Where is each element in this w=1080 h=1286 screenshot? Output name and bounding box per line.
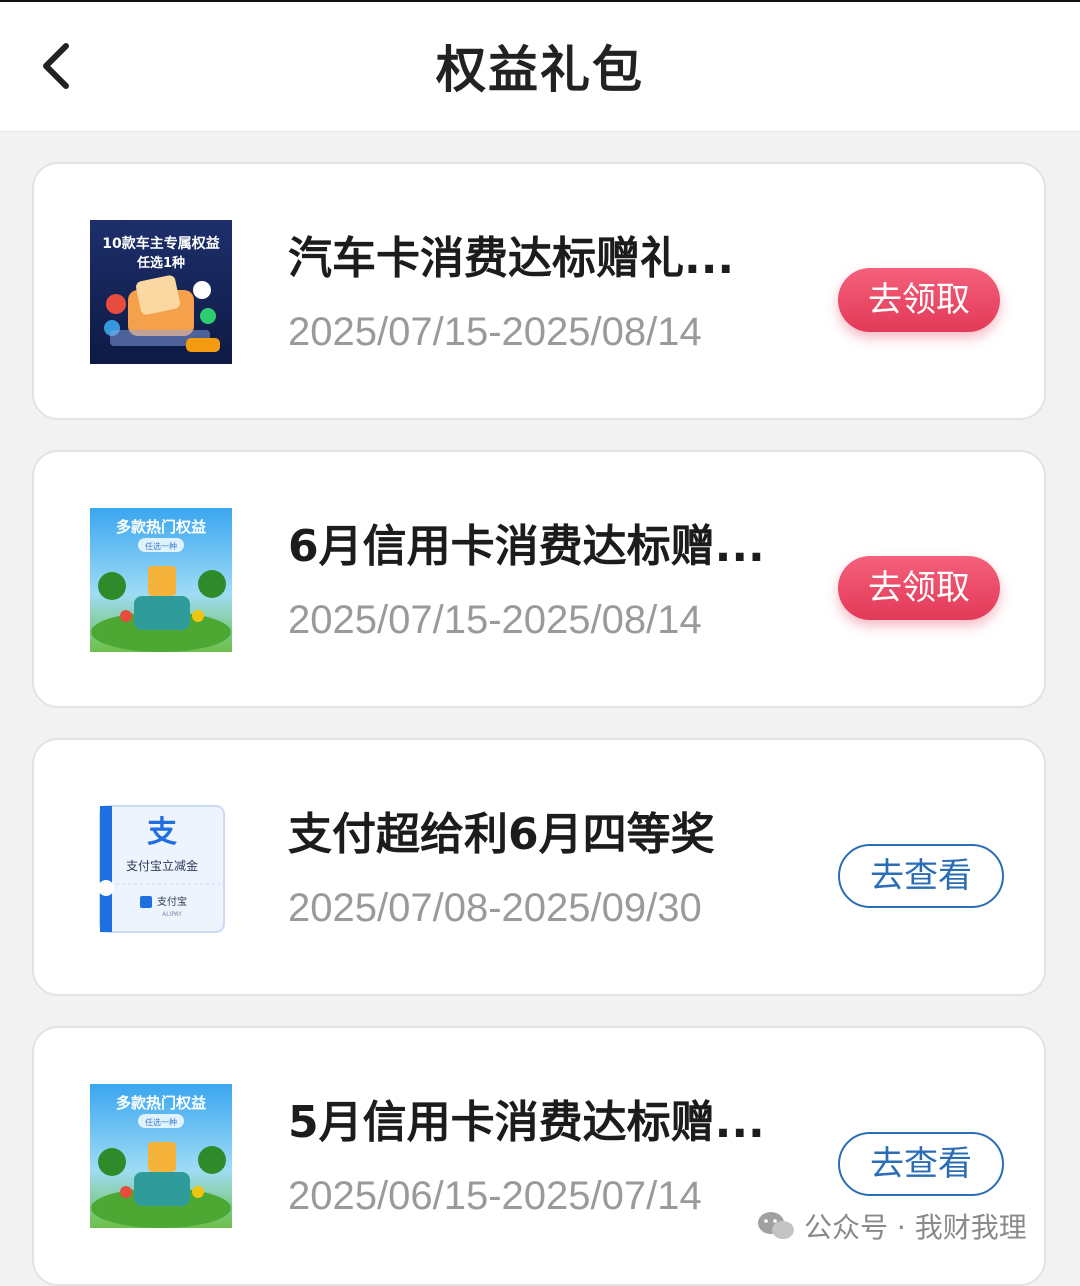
svg-text:支付宝: 支付宝: [157, 895, 187, 908]
benefit-thumbnail-hot: 多款热门权益 任选一种: [90, 508, 232, 652]
benefit-thumbnail-alipay: 支 支付宝立减金 支付宝 ALIPAY: [90, 796, 232, 940]
svg-text:ALIPAY: ALIPAY: [162, 911, 182, 918]
svg-text:多款热门权益: 多款热门权益: [116, 518, 206, 536]
svg-text:10款车主专属权益: 10款车主专属权益: [102, 235, 219, 252]
benefit-date-range: 2025/07/15-2025/08/14: [288, 310, 702, 354]
benefit-title: 5月信用卡消费达标赠...: [288, 1097, 765, 1148]
benefit-card[interactable]: 多款热门权益 任选一种 5月信用卡消费达标赠... 2025/06/15-202…: [32, 1026, 1046, 1286]
benefit-thumbnail-car: 10款车主专属权益 任选1种: [90, 220, 232, 364]
benefit-thumbnail-hot: 多款热门权益 任选一种: [90, 1084, 232, 1228]
watermark: 公众号 · 我财我理: [756, 1206, 1056, 1246]
view-button[interactable]: 去查看: [838, 844, 1004, 908]
page-title: 权益礼包: [436, 41, 644, 99]
benefit-title: 6月信用卡消费达标赠...: [288, 521, 765, 572]
benefit-card[interactable]: 支 支付宝立减金 支付宝 ALIPAY 支付超给利6月四等奖 2025/07/0…: [32, 738, 1046, 996]
benefit-card[interactable]: 多款热门权益 任选一种 6月信用卡消费达标赠... 2025/07/15-202…: [32, 450, 1046, 708]
claim-button[interactable]: 去领取: [838, 556, 1000, 620]
benefit-date-range: 2025/07/08-2025/09/30: [288, 886, 702, 930]
claim-button[interactable]: 去领取: [838, 268, 1000, 332]
wechat-icon: [758, 1212, 794, 1239]
watermark-text: 公众号 · 我财我理: [804, 1211, 1027, 1244]
svg-text:任选一种: 任选一种: [145, 541, 177, 551]
benefit-date-range: 2025/07/15-2025/08/14: [288, 598, 702, 642]
svg-text:多款热门权益: 多款热门权益: [116, 1094, 206, 1112]
benefit-date-range: 2025/06/15-2025/07/14: [288, 1174, 702, 1218]
view-button[interactable]: 去查看: [838, 1132, 1004, 1196]
svg-text:任选1种: 任选1种: [136, 255, 185, 271]
svg-text:任选一种: 任选一种: [145, 1117, 177, 1127]
benefit-title: 汽车卡消费达标赠礼...: [288, 233, 735, 284]
benefit-card[interactable]: 10款车主专属权益 任选1种 汽车卡消费达标赠礼... 2025/07/15-2…: [32, 162, 1046, 420]
svg-text:支: 支: [147, 815, 177, 850]
top-bar: 权益礼包: [0, 0, 1080, 132]
benefit-title: 支付超给利6月四等奖: [288, 809, 715, 860]
svg-text:支付宝立减金: 支付宝立减金: [126, 858, 198, 873]
